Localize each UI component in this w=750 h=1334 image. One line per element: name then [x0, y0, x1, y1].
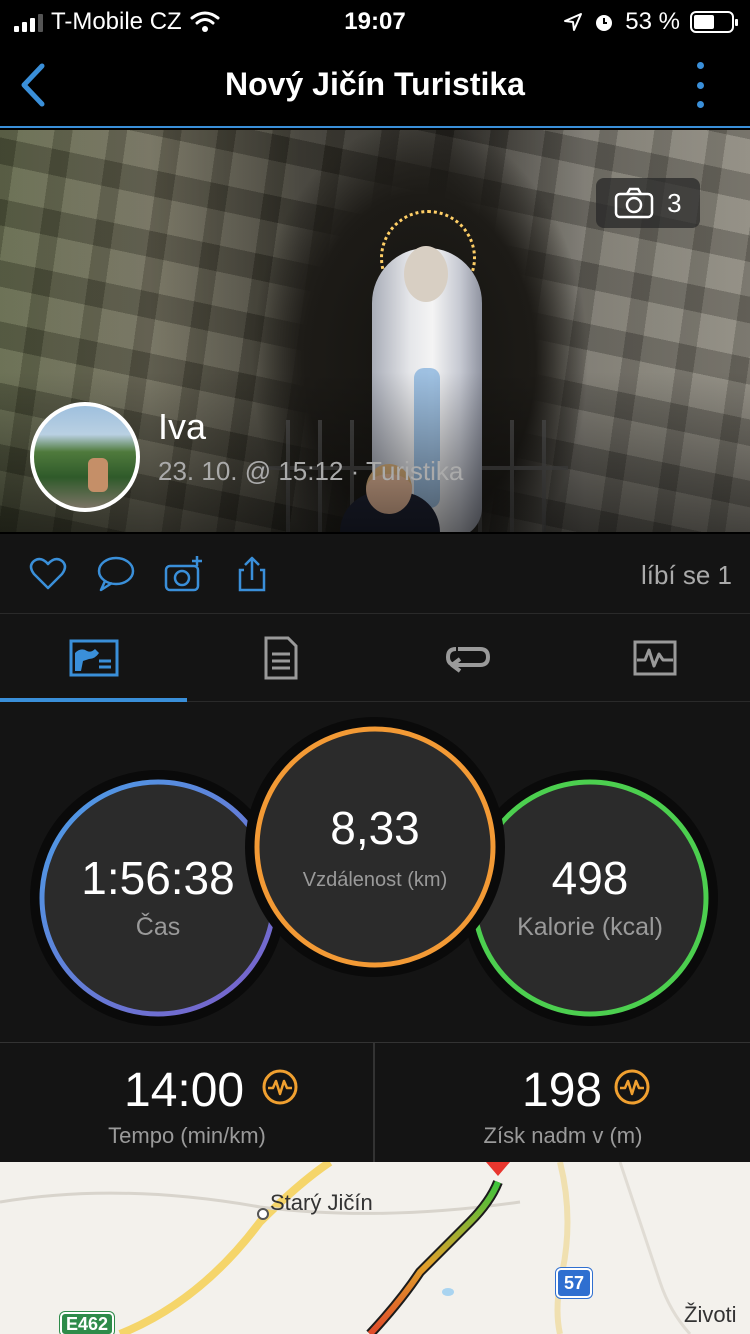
activity-photo[interactable]: 3 Iva 23. 10. @ 15:12 · Turistika — [0, 130, 750, 532]
action-bar: líbí se 1 — [0, 534, 750, 614]
road-shield-e462: E462 — [60, 1312, 114, 1334]
status-bar: T-Mobile CZ 19:07 53 % — [0, 0, 750, 42]
camera-icon — [615, 187, 654, 219]
likes-count[interactable]: líbí se 1 — [641, 560, 732, 591]
distance-value: 8,33 — [330, 801, 420, 854]
pace-label: Tempo (min/km) — [108, 1123, 266, 1148]
pulse-badge-icon — [614, 1069, 650, 1105]
page-title: Nový Jičín Turistika — [225, 66, 525, 102]
distance-label: Vzdálenost (km) — [302, 868, 448, 891]
map-label-zivoti: Životi — [684, 1302, 737, 1327]
calories-label: Kalorie (kcal) — [517, 912, 663, 941]
photo-count: 3 — [667, 187, 682, 218]
activity-meta: 23. 10. @ 15:12 · Turistika — [158, 456, 464, 486]
add-photo-icon[interactable] — [164, 554, 204, 594]
map-label-stary-jicin: Starý Jičín — [270, 1190, 373, 1215]
tab-laps[interactable] — [374, 614, 561, 702]
route-map[interactable]: Starý Jičín Životi E462 57 — [0, 1162, 750, 1334]
details-tab-icon — [264, 636, 297, 680]
pace-value: 14:00 — [124, 1064, 245, 1117]
elevation-value: 198 — [522, 1064, 603, 1117]
user-name[interactable]: Iva — [158, 406, 206, 448]
elevation-metric[interactable]: 198 Získ nadm v (m) — [376, 1043, 750, 1163]
overview-tab-icon — [69, 639, 118, 677]
activity-tabs — [0, 614, 750, 702]
navigation-bar: Nový Jičín Turistika — [0, 42, 750, 128]
photo-count-badge[interactable]: 3 — [596, 178, 700, 228]
road-shield-57: 57 — [556, 1268, 592, 1298]
alarm-icon — [596, 15, 613, 31]
battery-percent: 53 % — [625, 8, 680, 35]
elevation-label: Získ nadm v (m) — [483, 1123, 643, 1148]
pulse-badge-icon — [262, 1069, 298, 1105]
pace-metric[interactable]: 14:00 Tempo (min/km) — [0, 1043, 374, 1163]
tab-overview[interactable] — [0, 614, 187, 702]
location-arrow-icon — [564, 13, 583, 31]
charts-tab-icon — [633, 640, 676, 676]
secondary-metrics: 14:00 Tempo (min/km) 198 Získ nadm v (m) — [0, 1042, 750, 1163]
avatar[interactable] — [30, 402, 140, 512]
comment-icon[interactable] — [96, 554, 136, 594]
tab-charts[interactable] — [561, 614, 748, 702]
finish-marker-icon — [486, 1162, 510, 1176]
map-roads — [0, 1162, 692, 1334]
heart-icon[interactable] — [28, 554, 68, 594]
share-icon[interactable] — [232, 554, 272, 594]
laps-tab-icon — [445, 647, 490, 673]
battery-icon — [690, 11, 738, 33]
stats-panel: 1:56:38 Čas 498 Kalorie (kcal) 8,33 Vzdá… — [0, 702, 750, 1042]
time-value: 1:56:38 — [81, 851, 235, 904]
tab-details[interactable] — [187, 614, 374, 702]
calories-value: 498 — [551, 851, 629, 904]
vertical-dots-icon[interactable] — [694, 62, 706, 108]
time-label: Čas — [135, 912, 181, 941]
distance-ring[interactable]: 8,33 Vzdálenost (km) — [245, 717, 505, 977]
